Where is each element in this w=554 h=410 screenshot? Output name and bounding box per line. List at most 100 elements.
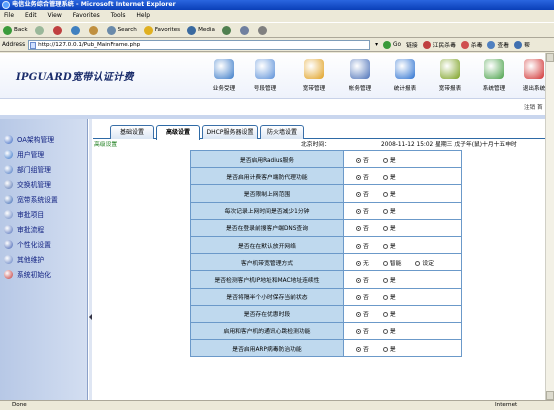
radio-button[interactable] bbox=[382, 157, 388, 163]
radio-button[interactable] bbox=[356, 346, 361, 352]
radio-option[interactable]: 是 bbox=[382, 206, 396, 215]
radio-option[interactable]: 否 bbox=[356, 292, 369, 301]
nav-exit[interactable]: 退出系统 bbox=[514, 59, 545, 97]
back-button[interactable]: Back bbox=[3, 25, 28, 35]
radio-option[interactable]: 否 bbox=[356, 309, 369, 318]
sidebar-item-switches[interactable]: 交换机管理 bbox=[4, 178, 88, 190]
nav-accounts[interactable]: 帐务管理 bbox=[340, 59, 380, 97]
radio-option[interactable]: 是 bbox=[382, 309, 396, 318]
radio-option[interactable]: 无 bbox=[356, 258, 369, 267]
radio-button[interactable] bbox=[356, 209, 361, 215]
frame-splitter[interactable] bbox=[89, 119, 92, 400]
radio-option[interactable]: 是 bbox=[382, 344, 396, 353]
radio-button[interactable] bbox=[356, 312, 361, 318]
radio-button[interactable] bbox=[356, 226, 361, 232]
radio-option[interactable]: 是 bbox=[382, 223, 396, 232]
menu-edit[interactable]: Edit bbox=[25, 12, 37, 19]
vertical-scrollbar[interactable] bbox=[545, 53, 554, 400]
radio-button[interactable] bbox=[382, 243, 388, 249]
radio-button[interactable] bbox=[356, 174, 361, 180]
radio-button[interactable] bbox=[382, 295, 388, 301]
kill-virus-button[interactable]: 杀毒 bbox=[460, 40, 482, 49]
sidebar-item-approval-items[interactable]: 审批项目 bbox=[4, 208, 88, 220]
tab-advanced[interactable]: 高级设置 bbox=[156, 125, 200, 140]
tab-dhcp[interactable]: DHCP服务器设置 bbox=[202, 125, 258, 139]
links-button[interactable]: 链接 bbox=[406, 40, 418, 49]
sidebar-item-init[interactable]: 系统初始化 bbox=[4, 268, 88, 280]
antivirus-button[interactable]: 江民杀毒 bbox=[422, 40, 456, 49]
radio-button[interactable] bbox=[382, 277, 388, 283]
sidebar-item-broadband-settings[interactable]: 宽带系统设置 bbox=[4, 193, 88, 205]
radio-option[interactable]: 否 bbox=[356, 326, 369, 335]
radio-button[interactable] bbox=[382, 260, 388, 266]
scroll-up-icon[interactable] bbox=[546, 53, 554, 62]
print-button[interactable] bbox=[257, 25, 269, 35]
radio-button[interactable] bbox=[356, 277, 361, 283]
sidebar-item-departments[interactable]: 部门组管理 bbox=[4, 163, 88, 175]
radio-option[interactable]: 否 bbox=[356, 172, 369, 181]
radio-option[interactable]: 是 bbox=[382, 241, 396, 250]
sidebar-item-oa[interactable]: OA架构管理 bbox=[4, 133, 88, 145]
radio-option[interactable]: 否 bbox=[356, 189, 369, 198]
radio-button[interactable] bbox=[356, 295, 361, 301]
menu-file[interactable]: File bbox=[4, 12, 14, 19]
radio-button[interactable] bbox=[382, 226, 388, 232]
dropdown-button[interactable]: ▾ bbox=[375, 42, 378, 48]
view-button[interactable]: 查看 bbox=[487, 40, 509, 49]
radio-button[interactable] bbox=[382, 312, 388, 318]
radio-option[interactable]: 设定 bbox=[415, 258, 434, 267]
radio-option[interactable]: 是 bbox=[382, 292, 396, 301]
media-button[interactable]: Media bbox=[187, 25, 215, 35]
go-button[interactable]: Go bbox=[383, 40, 401, 49]
nav-system[interactable]: 系统管理 bbox=[474, 59, 514, 97]
radio-button[interactable] bbox=[382, 209, 388, 215]
radio-option[interactable]: 是 bbox=[382, 275, 396, 284]
radio-option[interactable]: 否 bbox=[356, 241, 369, 250]
radio-button[interactable] bbox=[356, 329, 361, 335]
radio-button[interactable] bbox=[356, 157, 361, 163]
help-button[interactable]: 帮 bbox=[514, 40, 530, 49]
sidebar-item-approval-flow[interactable]: 审批流程 bbox=[4, 223, 88, 235]
radio-button[interactable] bbox=[415, 260, 421, 266]
radio-option[interactable]: 是 bbox=[382, 172, 396, 181]
radio-option[interactable]: 智能 bbox=[382, 258, 401, 267]
refresh-button[interactable] bbox=[70, 25, 82, 35]
address-input[interactable]: http://127.0.0.1/Pub_MainFrame.php bbox=[28, 39, 371, 50]
radio-button[interactable] bbox=[356, 191, 361, 197]
tab-firewall[interactable]: 防火墙设置 bbox=[260, 125, 304, 139]
nav-business[interactable]: 业务受理 bbox=[204, 59, 244, 97]
mail-button[interactable] bbox=[239, 25, 251, 35]
radio-button[interactable] bbox=[382, 174, 388, 180]
radio-option[interactable]: 否 bbox=[356, 155, 369, 164]
nav-broadband[interactable]: 宽带管理 bbox=[294, 59, 334, 97]
nav-number-segment[interactable]: 号段管理 bbox=[245, 59, 285, 97]
nav-broadband-report[interactable]: 宽带报表 bbox=[430, 59, 470, 97]
favorites-button[interactable]: Favorites bbox=[143, 25, 180, 35]
menu-favorites[interactable]: Favorites bbox=[73, 12, 100, 19]
radio-option[interactable]: 否 bbox=[356, 344, 369, 353]
menu-help[interactable]: Help bbox=[136, 12, 150, 19]
radio-option[interactable]: 是 bbox=[382, 189, 396, 198]
sidebar-item-maintenance[interactable]: 其他维护 bbox=[4, 253, 88, 265]
forward-button[interactable] bbox=[34, 25, 46, 35]
radio-option[interactable]: 否 bbox=[356, 223, 369, 232]
sidebar-item-personalize[interactable]: 个性化设置 bbox=[4, 238, 88, 250]
logout-link[interactable]: 注销 首 bbox=[524, 103, 543, 111]
nav-statistics[interactable]: 统计报表 bbox=[385, 59, 425, 97]
radio-button[interactable] bbox=[382, 191, 388, 197]
radio-option[interactable]: 否 bbox=[356, 206, 369, 215]
home-button[interactable] bbox=[88, 25, 100, 35]
radio-option[interactable]: 否 bbox=[356, 275, 369, 284]
radio-option[interactable]: 是 bbox=[382, 155, 396, 164]
radio-button[interactable] bbox=[356, 243, 361, 249]
sidebar-item-users[interactable]: 用户管理 bbox=[4, 148, 88, 160]
menu-tools[interactable]: Tools bbox=[111, 12, 126, 19]
radio-button[interactable] bbox=[382, 329, 388, 335]
radio-button[interactable] bbox=[356, 260, 361, 266]
tab-basic[interactable]: 基础设置 bbox=[110, 125, 154, 139]
scroll-down-icon[interactable] bbox=[546, 391, 554, 400]
history-button[interactable] bbox=[221, 25, 233, 35]
radio-option[interactable]: 是 bbox=[382, 326, 396, 335]
collapse-arrow-icon[interactable] bbox=[89, 314, 92, 320]
menu-view[interactable]: View bbox=[48, 12, 62, 19]
